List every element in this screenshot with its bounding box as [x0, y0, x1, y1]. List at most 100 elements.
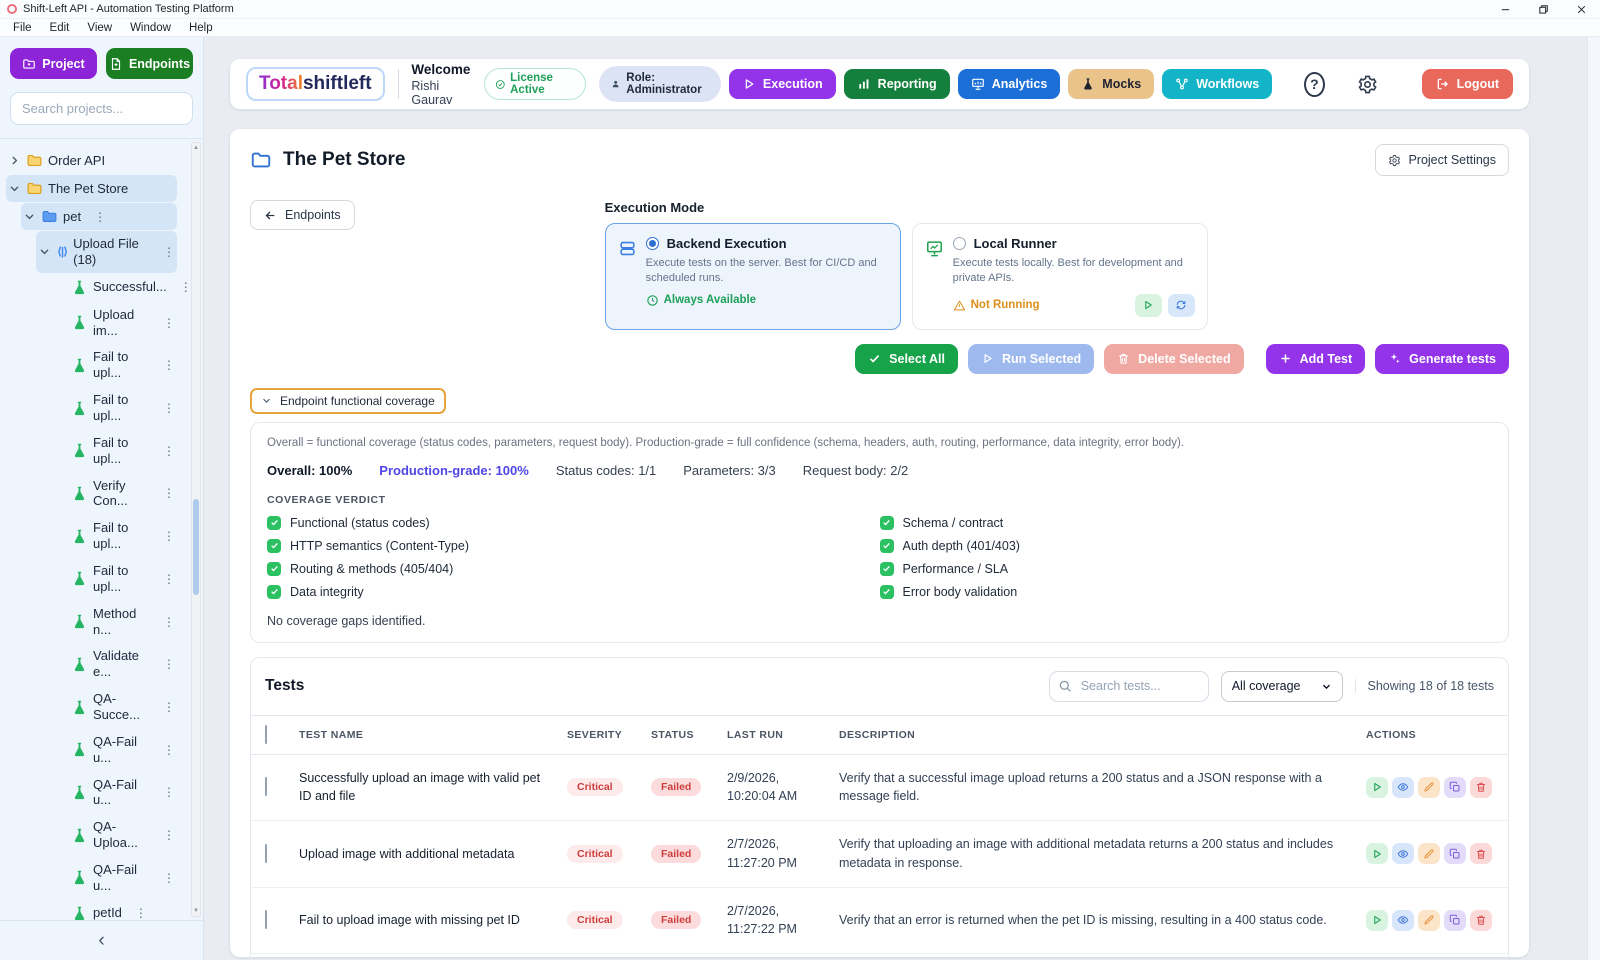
row-checkbox[interactable] [265, 777, 267, 797]
kebab-menu-icon[interactable]: ⋮ [163, 317, 175, 329]
tree-item-the-pet-store[interactable]: The Pet Store [6, 175, 177, 202]
settings-gear-button[interactable] [1357, 74, 1378, 95]
tree-item-validate-e[interactable]: Validate e... ⋮ [51, 643, 177, 685]
edit-test-button[interactable] [1418, 909, 1440, 931]
coverage-filter-select[interactable]: All coverage [1220, 670, 1343, 702]
tree-item-qa-fail-u[interactable]: QA-Fail u... ⋮ [51, 772, 177, 814]
tree-item-upload-im[interactable]: Upload im... ⋮ [51, 302, 177, 344]
kebab-menu-icon[interactable]: ⋮ [163, 246, 175, 258]
start-runner-button[interactable] [1134, 293, 1162, 317]
delete-test-button[interactable] [1470, 909, 1492, 931]
minimize-button[interactable] [1486, 0, 1524, 18]
tree-item-fail-to-upl[interactable]: Fail to upl... ⋮ [51, 344, 177, 386]
menu-file[interactable]: File [4, 21, 41, 35]
new-project-button[interactable]: Project [10, 48, 97, 79]
local-runner-radio[interactable] [952, 237, 966, 250]
kebab-menu-icon[interactable]: ⋮ [163, 786, 175, 798]
tree-scrollbar-thumb[interactable] [193, 498, 199, 595]
back-to-endpoints-button[interactable]: Endpoints [250, 200, 355, 230]
view-test-button[interactable] [1392, 909, 1414, 931]
tree-item-petid[interactable]: petId ⋮ [51, 900, 177, 920]
delete-test-button[interactable] [1470, 843, 1492, 865]
nav-mocks-button[interactable]: Mocks [1068, 69, 1155, 99]
menu-edit[interactable]: Edit [41, 21, 79, 35]
kebab-menu-icon[interactable]: ⋮ [94, 211, 106, 223]
run-selected-button[interactable]: Run Selected [967, 343, 1095, 374]
kebab-menu-icon[interactable]: ⋮ [180, 281, 192, 293]
delete-test-button[interactable] [1470, 776, 1492, 798]
coverage-toggle[interactable]: Endpoint functional coverage [250, 387, 446, 414]
kebab-menu-icon[interactable]: ⋮ [163, 402, 175, 414]
nav-execution-button[interactable]: Execution [728, 69, 836, 99]
kebab-menu-icon[interactable]: ⋮ [163, 359, 175, 371]
search-tests-input[interactable] [1048, 670, 1209, 702]
tree-item-pet[interactable]: pet ⋮ [21, 203, 177, 230]
tests-search [1048, 670, 1209, 702]
add-test-button[interactable]: Add Test [1265, 343, 1366, 374]
kebab-menu-icon[interactable]: ⋮ [163, 487, 175, 499]
run-test-button[interactable] [1366, 909, 1388, 931]
tree-item-qa-succe[interactable]: QA-Succe... ⋮ [51, 686, 177, 728]
tree-item-upload-file-18[interactable]: ⟨|⟩ Upload File (18) ⋮ [36, 231, 177, 273]
edit-test-button[interactable] [1418, 843, 1440, 865]
local-runner-card[interactable]: Local Runner Execute tests locally. Best… [911, 223, 1208, 330]
logout-button[interactable]: Logout [1421, 69, 1513, 99]
nav-workflows-button[interactable]: Workflows [1162, 69, 1273, 99]
row-checkbox[interactable] [265, 910, 267, 930]
backend-execution-radio[interactable] [645, 237, 659, 250]
kebab-menu-icon[interactable]: ⋮ [163, 530, 175, 542]
restore-button[interactable] [1524, 0, 1562, 18]
kebab-menu-icon[interactable]: ⋮ [163, 573, 175, 585]
view-test-button[interactable] [1392, 843, 1414, 865]
edit-test-button[interactable] [1418, 776, 1440, 798]
duplicate-test-button[interactable] [1444, 776, 1466, 798]
duplicate-test-button[interactable] [1444, 843, 1466, 865]
refresh-runner-button[interactable] [1167, 293, 1195, 317]
kebab-menu-icon[interactable]: ⋮ [163, 701, 175, 713]
delete-selected-button[interactable]: Delete Selected [1104, 343, 1244, 374]
tree-scrollbar[interactable]: ▲ ▼ [191, 142, 201, 917]
select-all-checkbox[interactable] [265, 724, 267, 744]
backend-execution-card[interactable]: Backend Execution Execute tests on the s… [604, 223, 901, 330]
sidebar-collapse-button[interactable]: ‹ [0, 920, 203, 960]
nav-analytics-button[interactable]: Analytics [957, 69, 1061, 99]
tree-item-qa-uploa[interactable]: QA-Uploa... ⋮ [51, 814, 177, 856]
kebab-menu-icon[interactable]: ⋮ [163, 445, 175, 457]
select-all-button[interactable]: Select All [855, 343, 958, 374]
tree-item-fail-to-upl[interactable]: Fail to upl... ⋮ [51, 430, 177, 472]
help-button[interactable]: ? [1304, 71, 1325, 97]
tree-item-qa-fail-u[interactable]: QA-Fail u... ⋮ [51, 857, 177, 899]
view-test-button[interactable] [1392, 776, 1414, 798]
scroll-down-arrow[interactable]: ▼ [192, 906, 200, 916]
kebab-menu-icon[interactable]: ⋮ [163, 829, 175, 841]
run-test-button[interactable] [1366, 776, 1388, 798]
run-test-button[interactable] [1366, 843, 1388, 865]
kebab-menu-icon[interactable]: ⋮ [163, 616, 175, 628]
generate-tests-button[interactable]: Generate tests [1375, 343, 1509, 374]
page-scrollbar[interactable] [1587, 37, 1600, 960]
scroll-up-arrow[interactable]: ▲ [192, 143, 200, 153]
menu-view[interactable]: View [78, 21, 121, 35]
tree-item-method-n[interactable]: Method n... ⋮ [51, 601, 177, 643]
kebab-menu-icon[interactable]: ⋮ [163, 872, 175, 884]
checked-checkbox-icon [879, 584, 894, 599]
kebab-menu-icon[interactable]: ⋮ [135, 907, 147, 919]
tree-item-qa-fail-u[interactable]: QA-Fail u... ⋮ [51, 729, 177, 771]
kebab-menu-icon[interactable]: ⋮ [163, 744, 175, 756]
project-settings-button[interactable]: Project Settings [1375, 144, 1509, 176]
menu-help[interactable]: Help [180, 21, 222, 35]
tree-item-fail-to-upl[interactable]: Fail to upl... ⋮ [51, 515, 177, 557]
tree-item-verify-con[interactable]: Verify Con... ⋮ [51, 473, 177, 515]
endpoints-button[interactable]: Endpoints [106, 48, 193, 79]
menu-window[interactable]: Window [121, 21, 180, 35]
row-checkbox[interactable] [265, 843, 267, 863]
nav-reporting-button[interactable]: Reporting [843, 69, 950, 99]
tree-item-order-api[interactable]: Order API [6, 147, 177, 174]
tree-item-fail-to-upl[interactable]: Fail to upl... ⋮ [51, 558, 177, 600]
tree-item-fail-to-upl[interactable]: Fail to upl... ⋮ [51, 387, 177, 429]
kebab-menu-icon[interactable]: ⋮ [163, 658, 175, 670]
duplicate-test-button[interactable] [1444, 909, 1466, 931]
tree-item-successful[interactable]: Successful... ⋮ [51, 274, 192, 301]
close-button[interactable] [1562, 0, 1600, 18]
search-projects-input[interactable] [10, 92, 193, 125]
